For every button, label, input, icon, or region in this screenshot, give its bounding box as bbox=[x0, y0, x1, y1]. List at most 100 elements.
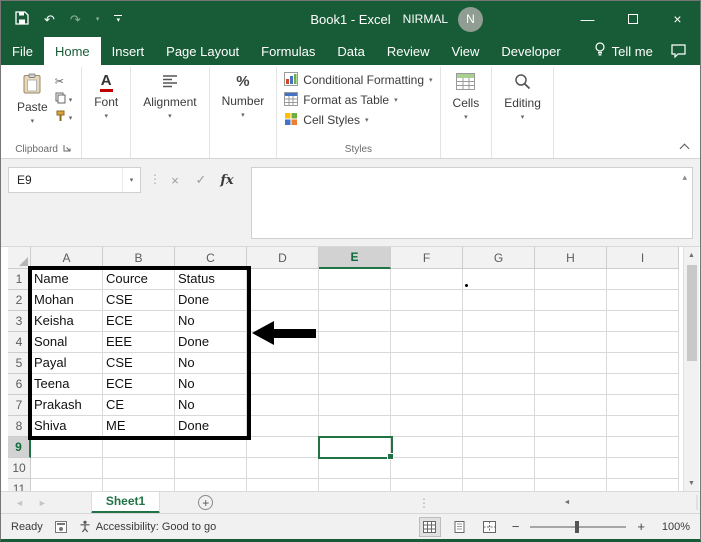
cell-A6[interactable]: Teena bbox=[31, 374, 103, 395]
column-header-E[interactable]: E bbox=[319, 247, 391, 269]
save-icon[interactable] bbox=[15, 11, 29, 27]
cell-C7[interactable]: No bbox=[175, 395, 247, 416]
cell-H9[interactable] bbox=[535, 437, 607, 458]
cell-I2[interactable] bbox=[607, 290, 679, 311]
cell-I9[interactable] bbox=[607, 437, 679, 458]
cell-G4[interactable] bbox=[463, 332, 535, 353]
tab-view[interactable]: View bbox=[440, 37, 490, 65]
column-header-F[interactable]: F bbox=[391, 247, 463, 269]
select-all-button[interactable] bbox=[8, 247, 31, 269]
cell-C4[interactable]: Done bbox=[175, 332, 247, 353]
alignment-button[interactable]: Alignment ▾ bbox=[138, 67, 201, 120]
column-header-D[interactable]: D bbox=[247, 247, 319, 269]
horizontal-scrollbar[interactable]: ◄ ► bbox=[438, 494, 698, 511]
tab-review[interactable]: Review bbox=[376, 37, 441, 65]
number-button[interactable]: % Number ▾ bbox=[217, 67, 270, 119]
cut-button[interactable]: ✂ bbox=[55, 75, 73, 88]
cell-E8[interactable] bbox=[319, 416, 391, 437]
sheet-tab-sheet1[interactable]: Sheet1 bbox=[90, 491, 161, 514]
cell-E6[interactable] bbox=[319, 374, 391, 395]
cell-D2[interactable] bbox=[247, 290, 319, 311]
undo-icon[interactable]: ↶ bbox=[44, 13, 55, 26]
cell-C3[interactable]: No bbox=[175, 311, 247, 332]
cell-D6[interactable] bbox=[247, 374, 319, 395]
cell-C6[interactable]: No bbox=[175, 374, 247, 395]
enter-button[interactable]: ✓ bbox=[189, 167, 213, 193]
cell-H6[interactable] bbox=[535, 374, 607, 395]
cell-A5[interactable]: Payal bbox=[31, 353, 103, 374]
close-button[interactable]: × bbox=[655, 1, 700, 37]
format-as-table-button[interactable]: Format as Table ▾ bbox=[284, 91, 398, 108]
row-header-11[interactable]: 11 bbox=[8, 479, 31, 491]
cell-H7[interactable] bbox=[535, 395, 607, 416]
cell-B1[interactable]: Cource bbox=[103, 269, 175, 290]
vertical-scrollbar[interactable]: ▲ ▼ bbox=[683, 247, 699, 491]
cell-D9[interactable] bbox=[247, 437, 319, 458]
cell-E2[interactable] bbox=[319, 290, 391, 311]
tab-data[interactable]: Data bbox=[326, 37, 375, 65]
cell-A7[interactable]: Prakash bbox=[31, 395, 103, 416]
cell-I4[interactable] bbox=[607, 332, 679, 353]
tab-bar-splitter[interactable]: ⋮ bbox=[418, 496, 430, 510]
cell-G8[interactable] bbox=[463, 416, 535, 437]
new-sheet-button[interactable]: + bbox=[198, 495, 214, 510]
cell-F5[interactable] bbox=[391, 353, 463, 374]
cell-C10[interactable] bbox=[175, 458, 247, 479]
tell-me-button[interactable]: Tell me bbox=[594, 37, 653, 65]
cell-B3[interactable]: ECE bbox=[103, 311, 175, 332]
cell-B2[interactable]: CSE bbox=[103, 290, 175, 311]
cell-E9[interactable] bbox=[319, 437, 391, 458]
vertical-scrollbar-thumb[interactable] bbox=[686, 265, 697, 361]
sheet-nav-left-icon[interactable]: ◄ bbox=[15, 498, 24, 508]
cell-B4[interactable]: EEE bbox=[103, 332, 175, 353]
sheet-nav-right-icon[interactable]: ► bbox=[38, 498, 47, 508]
cell-C9[interactable] bbox=[175, 437, 247, 458]
font-button[interactable]: A Font ▾ bbox=[89, 67, 123, 121]
row-header-4[interactable]: 4 bbox=[8, 332, 31, 353]
cell-F6[interactable] bbox=[391, 374, 463, 395]
paste-button[interactable]: Paste ▾ bbox=[12, 67, 53, 125]
cell-E11[interactable] bbox=[319, 479, 391, 491]
cell-C2[interactable]: Done bbox=[175, 290, 247, 311]
cell-E10[interactable] bbox=[319, 458, 391, 479]
cell-A11[interactable] bbox=[31, 479, 103, 491]
cell-G7[interactable] bbox=[463, 395, 535, 416]
row-header-7[interactable]: 7 bbox=[8, 395, 31, 416]
cell-I5[interactable] bbox=[607, 353, 679, 374]
minimize-button[interactable]: — bbox=[565, 1, 610, 37]
cell-I7[interactable] bbox=[607, 395, 679, 416]
cell-A8[interactable]: Shiva bbox=[31, 416, 103, 437]
cell-E7[interactable] bbox=[319, 395, 391, 416]
chevron-down-icon[interactable]: ▾ bbox=[122, 168, 140, 192]
cell-G1[interactable] bbox=[463, 269, 535, 290]
cell-B7[interactable]: CE bbox=[103, 395, 175, 416]
tab-developer[interactable]: Developer bbox=[490, 37, 571, 65]
scroll-up-icon[interactable]: ▲ bbox=[684, 247, 699, 263]
cell-A9[interactable] bbox=[31, 437, 103, 458]
macro-record-icon[interactable] bbox=[54, 520, 67, 533]
cell-D4[interactable] bbox=[247, 332, 319, 353]
cell-A4[interactable]: Sonal bbox=[31, 332, 103, 353]
format-painter-button[interactable]: ▾ bbox=[55, 110, 72, 124]
row-header-6[interactable]: 6 bbox=[8, 374, 31, 395]
zoom-in-button[interactable]: + bbox=[634, 519, 648, 534]
cell-I6[interactable] bbox=[607, 374, 679, 395]
tab-file[interactable]: File bbox=[1, 37, 44, 65]
tab-page-layout[interactable]: Page Layout bbox=[155, 37, 250, 65]
cell-H1[interactable] bbox=[535, 269, 607, 290]
row-header-8[interactable]: 8 bbox=[8, 416, 31, 437]
cell-F11[interactable] bbox=[391, 479, 463, 491]
cell-G6[interactable] bbox=[463, 374, 535, 395]
cell-D5[interactable] bbox=[247, 353, 319, 374]
formula-input[interactable]: ▴ bbox=[251, 167, 693, 239]
cell-D8[interactable] bbox=[247, 416, 319, 437]
cell-A3[interactable]: Keisha bbox=[31, 311, 103, 332]
row-header-9[interactable]: 9 bbox=[8, 437, 31, 458]
user-name[interactable]: NIRMAL bbox=[403, 12, 448, 26]
column-header-H[interactable]: H bbox=[535, 247, 607, 269]
cell-I11[interactable] bbox=[607, 479, 679, 491]
cell-G5[interactable] bbox=[463, 353, 535, 374]
editing-button[interactable]: Editing ▾ bbox=[499, 67, 546, 121]
cell-B8[interactable]: ME bbox=[103, 416, 175, 437]
cell-B5[interactable]: CSE bbox=[103, 353, 175, 374]
